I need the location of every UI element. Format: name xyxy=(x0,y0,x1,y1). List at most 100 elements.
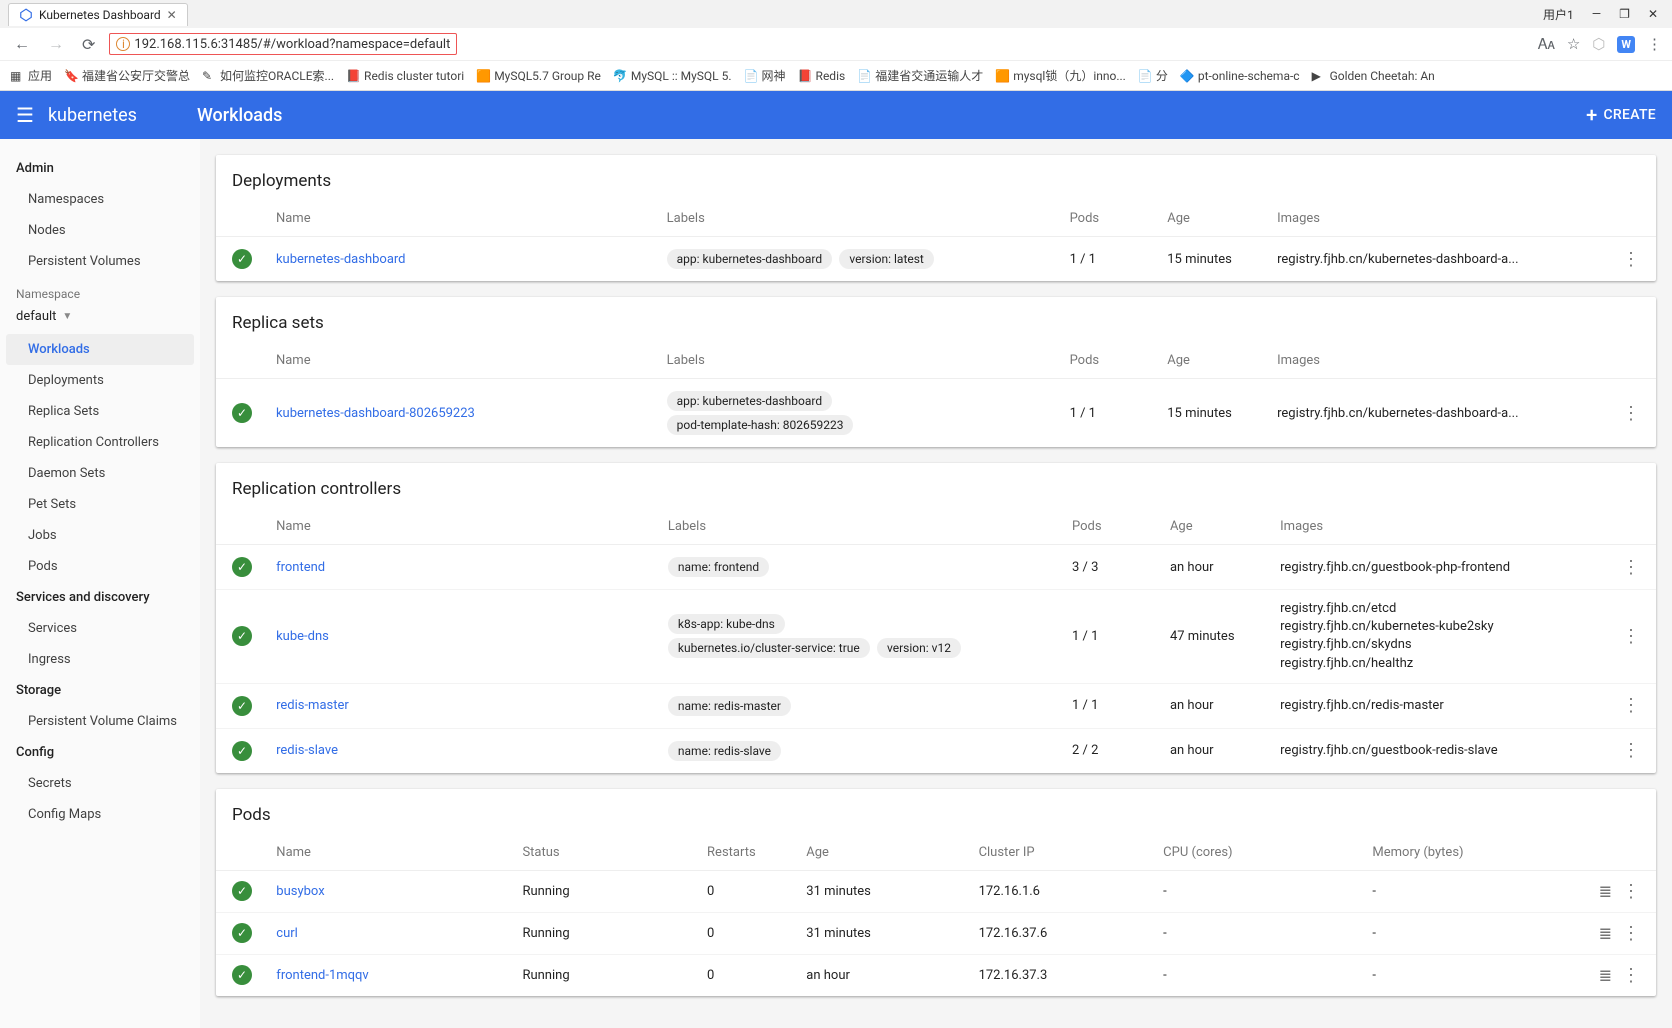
col-age: Age xyxy=(790,835,962,871)
bookmark-item[interactable]: ▶Golden Cheetah: An xyxy=(1312,69,1435,83)
bookmark-item[interactable]: 📄分 xyxy=(1138,67,1168,84)
col-ip: Cluster IP xyxy=(963,835,1148,871)
sidebar-item-ingress[interactable]: Ingress xyxy=(0,644,200,675)
col-pods: Pods xyxy=(1054,201,1152,237)
resource-link[interactable]: redis-master xyxy=(276,698,349,713)
pods-card: Pods Name Status Restarts Age Cluster IP… xyxy=(216,789,1656,996)
back-icon[interactable]: ← xyxy=(10,34,34,54)
bookmark-item[interactable]: 🔖福建省公安厅交警总 xyxy=(64,67,190,84)
sidebar-section-admin: Admin xyxy=(0,153,200,184)
sidebar-item-jobs[interactable]: Jobs xyxy=(0,520,200,551)
kebab-menu-icon[interactable]: ⋮ xyxy=(1622,626,1640,647)
col-pods: Pods xyxy=(1054,343,1152,379)
translate-icon[interactable]: 🗛 xyxy=(1538,35,1555,53)
kebab-menu-icon[interactable]: ⋮ xyxy=(1622,881,1640,902)
bookmark-icon: ✎ xyxy=(202,69,216,83)
bookmark-item[interactable]: 🔷pt-online-schema-c xyxy=(1180,69,1300,83)
create-button[interactable]: + CREATE xyxy=(1586,103,1656,127)
status-ok-icon: ✓ xyxy=(232,557,252,577)
logs-icon[interactable]: ≣ xyxy=(1599,924,1612,943)
page-icon: 📄 xyxy=(744,69,758,83)
bookmark-item[interactable]: 🐬MySQL :: MySQL 5. xyxy=(613,69,732,83)
resource-link[interactable]: frontend-1mqqv xyxy=(276,968,368,983)
resource-link[interactable]: frontend xyxy=(276,560,325,575)
age-value: an hour xyxy=(1154,683,1264,728)
logs-icon[interactable]: ≣ xyxy=(1599,882,1612,901)
bookmark-item[interactable]: 📕Redis cluster tutori xyxy=(346,69,464,83)
window-controls: 用户1 — ❐ ✕ xyxy=(1529,6,1672,23)
wiz-extension-icon[interactable]: W xyxy=(1617,36,1635,53)
resource-link[interactable]: kube-dns xyxy=(276,629,329,644)
shield-icon[interactable]: ⬡ xyxy=(1592,35,1605,53)
kebab-menu-icon[interactable]: ⋮ xyxy=(1622,403,1640,424)
sidebar-item-replicasets[interactable]: Replica Sets xyxy=(0,396,200,427)
maximize-icon[interactable]: ❐ xyxy=(1619,7,1630,21)
restarts-value: 0 xyxy=(691,954,790,996)
redis-icon: 📕 xyxy=(346,69,360,83)
star-icon[interactable]: ☆ xyxy=(1567,35,1580,53)
resource-link[interactable]: kubernetes-dashboard xyxy=(276,252,406,267)
sidebar-item-secrets[interactable]: Secrets xyxy=(0,768,200,799)
bookmark-item[interactable]: ✎如何监控ORACLE索... xyxy=(202,67,334,84)
table-row: ✓ curl Running 0 31 minutes 172.16.37.6 … xyxy=(216,912,1656,954)
card-title: Deployments xyxy=(216,155,1656,201)
close-window-icon[interactable]: ✕ xyxy=(1648,7,1658,21)
logs-icon[interactable]: ≣ xyxy=(1599,966,1612,985)
status-ok-icon: ✓ xyxy=(232,965,252,985)
sidebar-item-pv[interactable]: Persistent Volumes xyxy=(0,246,200,277)
resource-link[interactable]: redis-slave xyxy=(276,743,338,758)
bookmark-item[interactable]: 📄网神 xyxy=(744,67,786,84)
status-value: Running xyxy=(506,912,691,954)
kebab-menu-icon[interactable]: ⋮ xyxy=(1622,923,1640,944)
card-title: Replica sets xyxy=(216,297,1656,343)
url-input[interactable]: i 192.168.115.6:31485/#/workload?namespa… xyxy=(109,33,457,55)
kebab-menu-icon[interactable]: ⋮ xyxy=(1622,695,1640,716)
browser-menu-icon[interactable]: ⋮ xyxy=(1647,35,1662,53)
forward-icon[interactable]: → xyxy=(44,34,68,54)
sidebar-item-deployments[interactable]: Deployments xyxy=(0,365,200,396)
sidebar-item-rcs[interactable]: Replication Controllers xyxy=(0,427,200,458)
bookmark-item[interactable]: 🟧MySQL5.7 Group Re xyxy=(476,69,601,83)
kebab-menu-icon[interactable]: ⋮ xyxy=(1622,557,1640,578)
logo[interactable]: kubernetes xyxy=(48,105,137,126)
sidebar-item-pods[interactable]: Pods xyxy=(0,551,200,582)
bookmark-item[interactable]: 🟧mysql锁（九）inno... xyxy=(995,67,1126,84)
info-icon[interactable]: i xyxy=(116,37,130,51)
resource-link[interactable]: curl xyxy=(276,926,298,941)
bookmark-item[interactable]: 📄福建省交通运输人才 xyxy=(857,67,983,84)
browser-tab[interactable]: Kubernetes Dashboard ✕ xyxy=(8,3,188,26)
mysql-icon: 🐬 xyxy=(613,69,627,83)
namespace-select[interactable]: default ▼ xyxy=(0,305,200,334)
sidebar-item-pvc[interactable]: Persistent Volume Claims xyxy=(0,706,200,737)
col-age: Age xyxy=(1151,343,1261,379)
label-chip: version: latest xyxy=(839,249,933,269)
age-value: 15 minutes xyxy=(1151,237,1261,282)
ip-value: 172.16.1.6 xyxy=(963,870,1148,912)
sidebar-item-services[interactable]: Services xyxy=(0,613,200,644)
close-icon[interactable]: ✕ xyxy=(167,8,177,22)
bookmark-item[interactable]: 📕Redis xyxy=(798,69,846,83)
label-chip: name: redis-master xyxy=(668,696,791,716)
resource-link[interactable]: kubernetes-dashboard-802659223 xyxy=(276,406,475,421)
sidebar-item-configmaps[interactable]: Config Maps xyxy=(0,799,200,830)
sidebar-item-nodes[interactable]: Nodes xyxy=(0,215,200,246)
resource-link[interactable]: busybox xyxy=(276,884,324,899)
sidebar-item-petsets[interactable]: Pet Sets xyxy=(0,489,200,520)
col-cpu: CPU (cores) xyxy=(1147,835,1356,871)
kebab-menu-icon[interactable]: ⋮ xyxy=(1622,249,1640,270)
sidebar-item-daemonsets[interactable]: Daemon Sets xyxy=(0,458,200,489)
status-ok-icon: ✓ xyxy=(232,696,252,716)
reload-icon[interactable]: ⟳ xyxy=(78,35,99,54)
table-row: ✓ kubernetes-dashboard-802659223 app: ku… xyxy=(216,379,1656,448)
menu-icon[interactable]: ☰ xyxy=(16,103,34,127)
mem-value: - xyxy=(1356,954,1565,996)
apps-button[interactable]: ▦应用 xyxy=(10,67,52,84)
sidebar-item-workloads[interactable]: Workloads xyxy=(6,334,194,365)
mem-value: - xyxy=(1356,870,1565,912)
kebab-menu-icon[interactable]: ⋮ xyxy=(1622,740,1640,761)
kebab-menu-icon[interactable]: ⋮ xyxy=(1622,965,1640,986)
minimize-icon[interactable]: — xyxy=(1592,7,1601,21)
sidebar-section-config: Config xyxy=(0,737,200,768)
sidebar-item-namespaces[interactable]: Namespaces xyxy=(0,184,200,215)
label-chip: k8s-app: kube-dns xyxy=(668,614,785,634)
